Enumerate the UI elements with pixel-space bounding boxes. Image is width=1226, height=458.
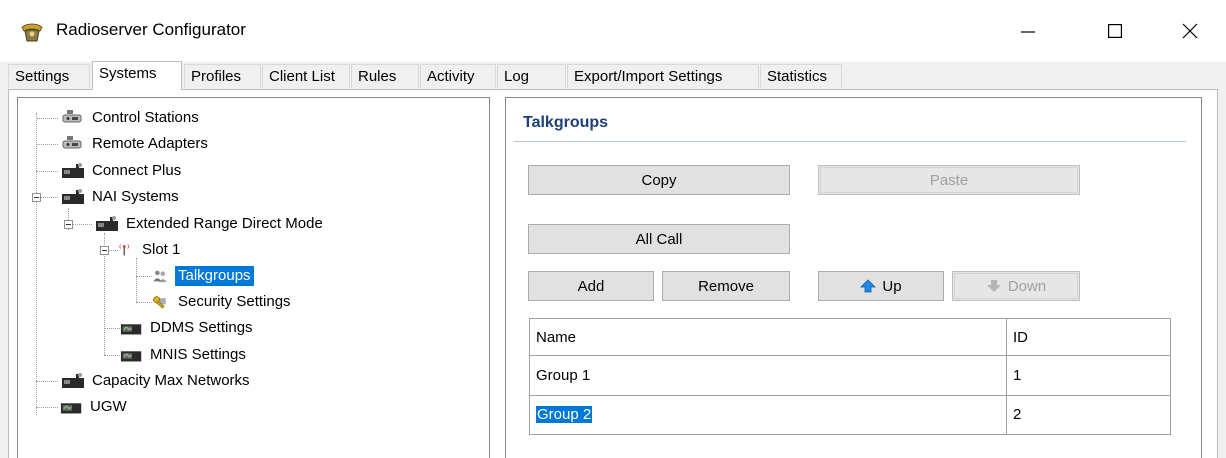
tree-line [136,276,152,277]
collapse-toggle-nai-systems[interactable] [32,193,41,202]
cell-id[interactable]: 2 [1006,394,1171,436]
tree-item-ugw[interactable]: UGW [60,396,130,418]
collapse-toggle-slot-1[interactable] [100,246,109,255]
tree-item-label: Remote Adapters [92,135,208,152]
tree-item-label: Extended Range Direct Mode [126,215,323,232]
tree-item-capacity-max-networks[interactable]: Capacity Max Networks [60,370,253,392]
tree-item-label: MNIS Settings [150,346,246,363]
tree-line [36,144,58,145]
tree-item-label: Slot 1 [142,241,181,258]
tree-item-control-stations[interactable]: Control Stations [60,107,202,129]
tree-item-slot-1[interactable]: Slot 1 [118,239,183,261]
up-button[interactable]: Up [818,271,944,301]
cell-name[interactable]: Group 2 [529,394,1007,436]
tree-line [36,118,58,119]
cell-id[interactable]: 1 [1006,355,1171,396]
copy-button-label: Copy [641,171,677,189]
cell-name[interactable]: Group 1 [529,355,1007,396]
tree-item-label: UGW [90,398,127,415]
collapse-toggle-extended-range[interactable] [64,220,73,229]
close-icon [1182,23,1198,39]
radio-system-icon [96,216,118,231]
tab-client-list[interactable]: Client List [262,64,350,88]
column-header-name[interactable]: Name [529,317,1007,357]
tree-line [36,381,58,382]
down-arrow-icon [986,280,1001,292]
tree-item-nai-systems[interactable]: NAI Systems [60,186,182,208]
tree-line [104,328,120,329]
tree-item-label: Connect Plus [92,162,182,179]
up-arrow-icon [860,279,877,293]
tree-line [136,302,152,303]
radio-system-icon [62,189,84,204]
tab-systems[interactable]: Systems [92,61,182,90]
tree-item-connect-plus[interactable]: Connect Plus [60,160,184,182]
talkgroup-icon [153,270,167,283]
tree-line [104,355,120,356]
minimize-button[interactable] [998,0,1058,62]
minimize-icon [1021,31,1035,33]
ddms-icon [120,324,142,335]
radio-system-icon [62,373,84,388]
table-header-row: Name ID [529,317,1171,357]
remove-button-label: Remove [698,277,754,295]
tree-item-label: DDMS Settings [150,319,253,336]
gateway-icon [60,403,82,414]
radio-system-icon [62,163,84,178]
maximize-button[interactable] [1085,0,1145,62]
tree-line [136,258,137,302]
add-button[interactable]: Add [528,271,654,301]
down-button[interactable]: Down [952,271,1080,301]
tree-item-label: Security Settings [178,293,291,310]
table-row[interactable]: Group 2 2 [529,394,1171,436]
selected-cell-text: Group 2 [536,406,593,424]
tab-settings[interactable]: Settings [8,64,90,88]
mnis-icon [120,351,142,362]
title-bar: Radioserver Configurator [0,0,1226,62]
panel-title: Talkgroups [523,114,609,131]
down-button-label: Down [1007,277,1047,295]
tree-line [36,171,58,172]
app-window: Radioserver Configurator Settings System… [0,0,1226,458]
remote-adapter-icon [62,136,82,149]
tab-statistics[interactable]: Statistics [760,64,842,88]
paste-button[interactable]: Paste [818,165,1080,195]
tree-item-label: Capacity Max Networks [92,372,250,389]
tab-strip: Settings Systems Profiles Client List Ru… [8,61,1218,90]
tree-item-mnis-settings[interactable]: MNIS Settings [120,344,249,366]
copy-button[interactable]: Copy [528,165,790,195]
tree-item-label: Control Stations [92,109,199,126]
add-button-label: Add [577,277,605,295]
tree-item-security-settings[interactable]: Security Settings [152,291,294,313]
tree-item-remote-adapters[interactable]: Remote Adapters [60,133,211,155]
column-header-id[interactable]: ID [1006,317,1171,357]
tree-item-talkgroups[interactable]: Talkgroups [152,265,254,287]
tab-activity[interactable]: Activity [420,64,496,88]
tree-line [36,113,37,415]
tree-item-ddms-settings[interactable]: DDMS Settings [120,317,256,339]
control-station-icon [62,110,82,123]
tab-log[interactable]: Log [497,64,566,88]
maximize-icon [1108,24,1122,38]
paste-button-label: Paste [929,171,969,189]
up-button-label: Up [882,277,902,295]
window-title: Radioserver Configurator [56,20,246,39]
tab-rules[interactable]: Rules [351,64,419,88]
tree-item-extended-range-direct-mode[interactable]: Extended Range Direct Mode [94,213,326,235]
talkgroups-table: Name ID Group 1 1 Group 2 2 [529,317,1171,436]
key-icon [153,296,166,309]
app-icon [21,23,43,42]
table-row[interactable]: Group 1 1 [529,355,1171,396]
remove-button[interactable]: Remove [662,271,790,301]
tab-export-import-settings[interactable]: Export/Import Settings [567,64,759,88]
tree-item-label: Talkgroups [175,266,254,286]
tree-line [36,407,58,408]
antenna-icon [119,244,130,256]
panel-title-divider [514,141,1186,142]
close-button[interactable] [1160,0,1220,62]
tree-item-label: NAI Systems [92,188,179,205]
all-call-button-label: All Call [635,230,683,248]
tab-profiles[interactable]: Profiles [184,64,261,88]
all-call-button[interactable]: All Call [528,224,790,254]
